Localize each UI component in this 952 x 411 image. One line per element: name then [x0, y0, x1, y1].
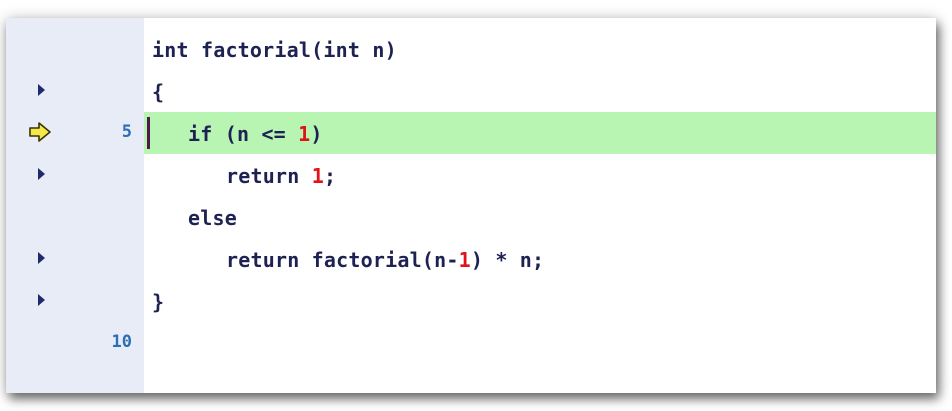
code-token: ) * n; — [470, 248, 545, 272]
code-text: return factorial(n-1) * n; — [152, 248, 544, 272]
number-literal: 1 — [458, 248, 471, 272]
code-line[interactable]: { — [6, 70, 936, 112]
code-editor[interactable]: int factorial(int n) { 5 if (n <= 1) ret… — [6, 18, 936, 393]
number-literal: 1 — [311, 164, 324, 188]
code-cell: } — [144, 280, 936, 322]
line-number: 10 — [111, 332, 132, 352]
code-token: } — [152, 290, 165, 314]
code-token: ; — [323, 164, 337, 188]
triangle-right-icon[interactable] — [38, 84, 45, 96]
triangle-right-icon[interactable] — [38, 294, 45, 306]
current-execution-line[interactable]: 5 if (n <= 1) — [6, 112, 936, 154]
code-text: } — [152, 290, 164, 314]
current-line-bar — [147, 117, 150, 149]
number-literal: 1 — [298, 122, 311, 146]
line-number: 5 — [121, 122, 132, 142]
triangle-right-icon[interactable] — [38, 252, 45, 264]
code-token: else — [188, 206, 237, 230]
code-token: if (n <= — [188, 122, 299, 146]
code-text: { — [152, 80, 164, 104]
code-line[interactable]: 10 — [6, 322, 936, 364]
code-line[interactable]: return 1; — [6, 154, 936, 196]
code-line[interactable]: else — [6, 196, 936, 238]
code-cell: { — [144, 70, 936, 112]
code-text: else — [152, 206, 237, 230]
code-text: if (n <= 1) — [152, 122, 323, 146]
code-token: return — [226, 164, 312, 188]
code-line[interactable]: return factorial(n-1) * n; — [6, 238, 936, 280]
code-cell: if (n <= 1) — [144, 112, 936, 154]
code-cell: return 1; — [144, 154, 936, 196]
code-line[interactable]: } — [6, 280, 936, 322]
screenshot-stage: int factorial(int n) { 5 if (n <= 1) ret… — [0, 0, 952, 411]
code-token: { — [152, 80, 165, 104]
code-token: ) — [310, 122, 323, 146]
code-line[interactable]: int factorial(int n) — [6, 28, 936, 70]
yellow-arrow-icon — [29, 122, 51, 142]
code-cell: return factorial(n-1) * n; — [144, 238, 936, 280]
code-cell: int factorial(int n) — [144, 28, 936, 70]
code-cell: else — [144, 196, 936, 238]
triangle-right-icon[interactable] — [38, 168, 45, 180]
code-token: return factorial(n- — [226, 248, 459, 272]
code-text: int factorial(int n) — [152, 38, 397, 62]
code-token: int factorial(int n) — [152, 38, 397, 62]
code-cell — [144, 322, 936, 364]
code-text: return 1; — [152, 164, 336, 188]
